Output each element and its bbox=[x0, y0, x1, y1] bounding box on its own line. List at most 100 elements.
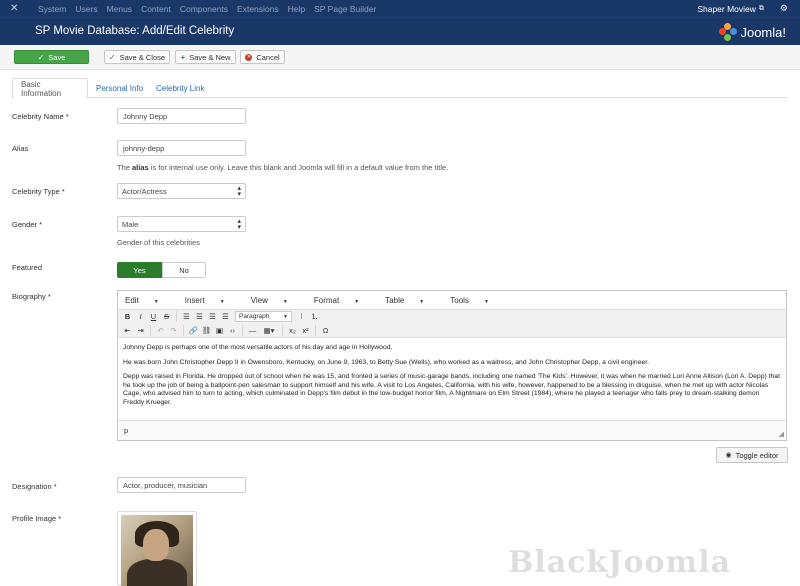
cancel-icon: ✕ bbox=[245, 53, 253, 61]
alias-input[interactable] bbox=[117, 140, 246, 156]
special-character-icon[interactable]: Ω bbox=[319, 324, 332, 336]
designation-input[interactable] bbox=[117, 477, 246, 493]
save-close-label: Save & Close bbox=[119, 52, 166, 62]
celebrity-type-select[interactable]: Actor/Actress ▴ ▾ bbox=[117, 183, 246, 199]
unlink-icon[interactable]: ⛓ bbox=[200, 324, 213, 336]
align-justify-icon[interactable]: ☰ bbox=[219, 311, 232, 323]
site-link[interactable]: Shaper Moview bbox=[697, 4, 756, 14]
save-new-label: Save & New bbox=[189, 52, 231, 62]
watermark: BlackJoomla bbox=[508, 545, 732, 580]
image-icon[interactable]: ▣ bbox=[213, 324, 226, 336]
celebrity-type-label: Celebrity Type * bbox=[12, 187, 65, 196]
italic-icon[interactable]: I bbox=[134, 311, 147, 323]
save-icon: ✓ bbox=[37, 52, 45, 62]
alias-help-text: The alias is for internal use only. Leav… bbox=[117, 163, 449, 172]
editor-menu-format[interactable]: Format ▼ bbox=[314, 296, 372, 305]
cancel-button[interactable]: ✕ Cancel bbox=[240, 50, 285, 64]
outdent-icon[interactable]: ⇤ bbox=[121, 324, 134, 336]
tab-personal-info[interactable]: Personal Info bbox=[88, 78, 151, 98]
action-toolbar: ✓ Save ✓ Save & Close + Save & New ✕ Can… bbox=[0, 45, 800, 70]
menu-components[interactable]: Components bbox=[180, 4, 228, 14]
menu-help[interactable]: Help bbox=[288, 4, 305, 14]
featured-toggle: Yes No bbox=[117, 262, 206, 278]
strikethrough-icon[interactable]: S bbox=[160, 311, 173, 323]
superscript-icon[interactable]: x² bbox=[299, 324, 312, 336]
menu-users[interactable]: Users bbox=[75, 4, 97, 14]
form-tabs: Basic Information Personal Info Celebrit… bbox=[12, 78, 788, 99]
menu-system[interactable]: System bbox=[38, 4, 66, 14]
gender-label: Gender * bbox=[12, 220, 43, 229]
code-icon[interactable]: ‹› bbox=[226, 324, 239, 336]
editor-toolbar-row-2: ⇤ ⇥ ↶ ↷ 🔗 ⛓ ▣ ‹› — ▦▾ x₂ x² Ω bbox=[118, 323, 786, 338]
menu-extensions[interactable]: Extensions bbox=[237, 4, 279, 14]
biography-paragraph: Depp was raised in Florida. He dropped o… bbox=[123, 373, 780, 406]
tab-celebrity-link[interactable]: Celebrity Link bbox=[148, 78, 212, 98]
plus-icon: + bbox=[180, 52, 186, 62]
toolbar-divider bbox=[183, 324, 184, 336]
select-caret-icon: ▴ ▾ bbox=[237, 218, 241, 231]
page-header: SP Movie Database: Add/Edit Celebrity Jo… bbox=[0, 17, 800, 45]
format-select-value: Paragraph bbox=[239, 313, 270, 320]
element-path[interactable]: p bbox=[124, 426, 128, 435]
cancel-label: Cancel bbox=[256, 52, 280, 62]
toolbar-divider bbox=[150, 324, 151, 336]
save-button[interactable]: ✓ Save bbox=[14, 50, 89, 64]
editor-menu-insert[interactable]: Insert ▼ bbox=[185, 296, 238, 305]
alias-label: Alias bbox=[12, 144, 29, 153]
bullet-list-icon[interactable]: ⁝ bbox=[295, 311, 308, 323]
redo-icon[interactable]: ↷ bbox=[167, 324, 180, 336]
menu-content[interactable]: Content bbox=[141, 4, 171, 14]
link-icon[interactable]: 🔗 bbox=[187, 324, 200, 336]
profile-image-label: Profile Image * bbox=[12, 514, 62, 523]
table-icon[interactable]: ▦▾ bbox=[259, 324, 279, 336]
toolbar-divider bbox=[315, 324, 316, 336]
tab-basic-information[interactable]: Basic Information bbox=[12, 78, 88, 99]
joomla-icon[interactable]: ✕ bbox=[10, 3, 26, 14]
editor-menu-edit[interactable]: Edit ▼ bbox=[125, 296, 172, 305]
horizontal-rule-icon[interactable]: — bbox=[246, 324, 259, 336]
biography-editor: Edit ▼ Insert ▼ View ▼ Format ▼ Table ▼ Tools… bbox=[117, 290, 787, 441]
gender-help-text: Gender of this celebrities bbox=[117, 238, 200, 247]
gender-value: Male bbox=[122, 219, 139, 229]
menu-menus[interactable]: Menus bbox=[107, 4, 133, 14]
profile-photo bbox=[121, 515, 193, 586]
save-new-button[interactable]: + Save & New bbox=[175, 50, 236, 64]
joomla-logo-icon bbox=[719, 23, 738, 41]
topbar-right: Shaper Moview ⧉ ⚙ bbox=[697, 0, 788, 17]
menu-sp-page-builder[interactable]: SP Page Builder bbox=[314, 4, 376, 14]
editor-menubar: Edit ▼ Insert ▼ View ▼ Format ▼ Table ▼ Tools… bbox=[118, 291, 786, 309]
featured-no-button[interactable]: No bbox=[162, 262, 206, 278]
bold-icon[interactable]: B bbox=[121, 311, 134, 323]
undo-icon[interactable]: ↶ bbox=[154, 324, 167, 336]
underline-icon[interactable]: U bbox=[147, 311, 160, 323]
featured-label: Featured bbox=[12, 263, 43, 272]
align-left-icon[interactable]: ☰ bbox=[180, 311, 193, 323]
celebrity-name-input[interactable] bbox=[117, 108, 246, 124]
format-select[interactable]: Paragraph ▼ bbox=[235, 311, 292, 322]
editor-menu-view[interactable]: View ▼ bbox=[251, 296, 301, 305]
featured-yes-button[interactable]: Yes bbox=[117, 262, 162, 278]
toggle-editor-label: Toggle editor bbox=[735, 450, 779, 460]
toolbar-divider bbox=[176, 311, 177, 322]
resize-handle-icon[interactable]: ◢ bbox=[779, 430, 784, 438]
indent-icon[interactable]: ⇥ bbox=[134, 324, 147, 336]
toggle-editor-button[interactable]: ◉ Toggle editor bbox=[716, 447, 788, 463]
external-link-icon: ⧉ bbox=[758, 4, 764, 12]
align-center-icon[interactable]: ☰ bbox=[193, 311, 206, 323]
profile-image-preview[interactable] bbox=[117, 511, 197, 586]
editor-statusbar: p ◢ bbox=[118, 420, 786, 440]
designation-label: Designation * bbox=[12, 482, 57, 491]
numbered-list-icon[interactable]: ⒈ bbox=[308, 311, 321, 323]
subscript-icon[interactable]: x₂ bbox=[286, 324, 299, 336]
gender-select[interactable]: Male ▴ ▾ bbox=[117, 216, 246, 232]
save-close-button[interactable]: ✓ Save & Close bbox=[104, 50, 170, 64]
editor-menu-table[interactable]: Table ▼ bbox=[385, 296, 437, 305]
brand-wordmark: Joomla! bbox=[740, 24, 786, 40]
gear-icon[interactable]: ⚙ bbox=[780, 3, 788, 14]
editor-menu-tools[interactable]: Tools ▼ bbox=[450, 296, 502, 305]
editor-toolbar-row-1: B I U S ☰ ☰ ☰ ☰ Paragraph ▼ ⁝ ⒈ bbox=[118, 309, 786, 323]
align-right-icon[interactable]: ☰ bbox=[206, 311, 219, 323]
biography-paragraph: He was born John Christopher Depp II in … bbox=[123, 358, 650, 366]
editor-content[interactable]: Johnny Depp is perhaps one of the most v… bbox=[118, 338, 786, 417]
admin-menu: System Users Menus Content Components Ex… bbox=[38, 4, 385, 14]
